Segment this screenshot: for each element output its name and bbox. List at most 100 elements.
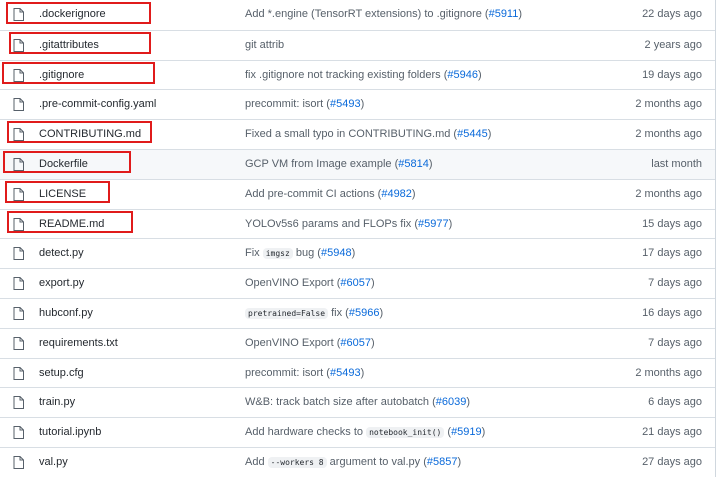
pull-request-link[interactable]: #5493 (330, 98, 361, 110)
commit-message-text: Add *.engine (TensorRT extensions) to .g… (245, 8, 489, 20)
commit-message-text: ) (370, 337, 375, 349)
commit-age: 15 days ago (642, 218, 702, 230)
commit-message-text: ) (466, 396, 471, 408)
commit-message[interactable]: git attrib (245, 39, 284, 51)
file-row[interactable]: Dockerfile GCP VM from Image example (#58… (0, 149, 715, 179)
file-icon (13, 396, 24, 409)
commit-message[interactable]: Fixed a small typo in CONTRIBUTING.md (#… (245, 128, 491, 140)
file-list: .dockerignore Add *.engine (TensorRT exte… (0, 0, 716, 477)
commit-message-text: Add (245, 456, 268, 468)
file-row[interactable]: setup.cfg precommit: isort (#5493) 2 month… (0, 358, 715, 388)
file-icon (13, 367, 24, 380)
pull-request-link[interactable]: #5493 (330, 367, 361, 379)
file-name-link[interactable]: tutorial.ipynb (39, 426, 101, 438)
pull-request-link[interactable]: #5911 (489, 8, 519, 20)
file-name-link[interactable]: Dockerfile (39, 158, 88, 170)
commit-message-text: bug ( (292, 247, 321, 259)
file-name-link[interactable]: .dockerignore (39, 8, 106, 20)
commit-message[interactable]: YOLOv5s6 params and FLOPs fix (#5977) (245, 218, 452, 230)
file-row[interactable]: detect.py Fix imgsz bug (#5948) 17 days ag… (0, 238, 715, 268)
file-name-link[interactable]: val.py (39, 456, 68, 468)
commit-message[interactable]: W&B: track batch size after autobatch (#… (245, 396, 470, 408)
commit-age: 7 days ago (648, 337, 702, 349)
file-name-link[interactable]: train.py (39, 396, 75, 408)
pull-request-link[interactable]: #5946 (447, 69, 478, 81)
file-name-link[interactable]: .gitattributes (39, 39, 99, 51)
file-icon (13, 247, 24, 260)
file-icon (13, 69, 24, 82)
commit-message-text: OpenVINO Export ( (245, 277, 341, 289)
file-row[interactable]: .gitignore fix .gitignore not tracking ex… (0, 60, 715, 90)
file-icon (13, 158, 24, 171)
file-name-link[interactable]: .pre-commit-config.yaml (39, 98, 156, 110)
commit-age: 2 months ago (635, 188, 702, 200)
file-row[interactable]: val.py Add --workers 8 argument to val.py… (0, 447, 715, 477)
commit-message-text: ) (487, 128, 492, 140)
commit-message[interactable]: OpenVINO Export (#6057) (245, 277, 375, 289)
commit-message-text: GCP VM from Image example ( (245, 158, 399, 170)
commit-message-text: ) (351, 247, 356, 259)
file-icon (13, 456, 24, 469)
commit-message-text: Fix (245, 247, 263, 259)
pull-request-link[interactable]: #5966 (349, 307, 380, 319)
file-row[interactable]: .dockerignore Add *.engine (TensorRT exte… (0, 0, 715, 30)
file-name-link[interactable]: LICENSE (39, 188, 86, 200)
file-row[interactable]: requirements.txt OpenVINO Export (#6057) 7… (0, 328, 715, 358)
commit-message-text: OpenVINO Export ( (245, 337, 341, 349)
commit-message-text: Fixed a small typo in CONTRIBUTING.md ( (245, 128, 458, 140)
pull-request-link[interactable]: #4982 (381, 188, 412, 200)
commit-message-text: argument to val.py ( (326, 456, 427, 468)
file-name-link[interactable]: setup.cfg (39, 367, 84, 379)
file-icon (13, 128, 24, 141)
commit-message-text: fix .gitignore not tracking existing fol… (245, 69, 448, 81)
commit-message[interactable]: precommit: isort (#5493) (245, 98, 364, 110)
commit-message[interactable]: precommit: isort (#5493) (245, 367, 364, 379)
file-row[interactable]: hubconf.py pretrained=False fix (#5966) 16… (0, 298, 715, 328)
pull-request-link[interactable]: #5977 (418, 218, 449, 230)
file-name-link[interactable]: README.md (39, 218, 104, 230)
commit-message-text: ) (379, 307, 384, 319)
commit-message[interactable]: Add pre-commit CI actions (#4982) (245, 188, 416, 200)
pull-request-link[interactable]: #5445 (457, 128, 488, 140)
file-row[interactable]: LICENSE Add pre-commit CI actions (#4982)… (0, 179, 715, 209)
pull-request-link[interactable]: #5919 (451, 426, 482, 438)
file-row[interactable]: export.py OpenVINO Export (#6057) 7 days a… (0, 268, 715, 298)
file-name-link[interactable]: .gitignore (39, 69, 84, 81)
pull-request-link[interactable]: #6039 (436, 396, 467, 408)
file-name-link[interactable]: requirements.txt (39, 337, 118, 349)
commit-message-text: precommit: isort ( (245, 98, 330, 110)
commit-message[interactable]: Fix imgsz bug (#5948) (245, 247, 355, 259)
file-icon (13, 39, 24, 52)
commit-message-text: ) (477, 69, 482, 81)
pull-request-link[interactable]: #6057 (340, 337, 371, 349)
inline-code: pretrained=False (245, 308, 329, 319)
commit-message[interactable]: pretrained=False fix (#5966) (245, 307, 383, 319)
commit-message[interactable]: Add --workers 8 argument to val.py (#585… (245, 456, 461, 468)
file-row[interactable]: README.md YOLOv5s6 params and FLOPs fix (… (0, 209, 715, 239)
file-name-link[interactable]: CONTRIBUTING.md (39, 128, 141, 140)
commit-message[interactable]: GCP VM from Image example (#5814) (245, 158, 433, 170)
commit-message[interactable]: OpenVINO Export (#6057) (245, 337, 375, 349)
file-row[interactable]: .pre-commit-config.yaml precommit: isort … (0, 89, 715, 119)
commit-message-text: W&B: track batch size after autobatch ( (245, 396, 436, 408)
file-icon (13, 277, 24, 290)
file-name-link[interactable]: export.py (39, 277, 84, 289)
file-row[interactable]: CONTRIBUTING.md Fixed a small typo in CON… (0, 119, 715, 149)
commit-message[interactable]: Add hardware checks to notebook_init() (… (245, 426, 485, 438)
pull-request-link[interactable]: #6057 (340, 277, 371, 289)
commit-age: 2 months ago (635, 367, 702, 379)
commit-message[interactable]: fix .gitignore not tracking existing fol… (245, 69, 482, 81)
file-row[interactable]: train.py W&B: track batch size after auto… (0, 387, 715, 417)
commit-age: 17 days ago (642, 247, 702, 259)
commit-message[interactable]: Add *.engine (TensorRT extensions) to .g… (245, 8, 522, 20)
pull-request-link[interactable]: #5857 (427, 456, 458, 468)
file-name-link[interactable]: detect.py (39, 247, 84, 259)
pull-request-link[interactable]: #5814 (398, 158, 429, 170)
pull-request-link[interactable]: #5948 (321, 247, 352, 259)
commit-age: 2 years ago (644, 39, 702, 51)
commit-age: 16 days ago (642, 307, 702, 319)
file-row[interactable]: .gitattributes git attrib 2 years ago (0, 30, 715, 60)
file-row[interactable]: tutorial.ipynb Add hardware checks to not… (0, 417, 715, 447)
file-icon (13, 218, 24, 231)
file-name-link[interactable]: hubconf.py (39, 307, 93, 319)
